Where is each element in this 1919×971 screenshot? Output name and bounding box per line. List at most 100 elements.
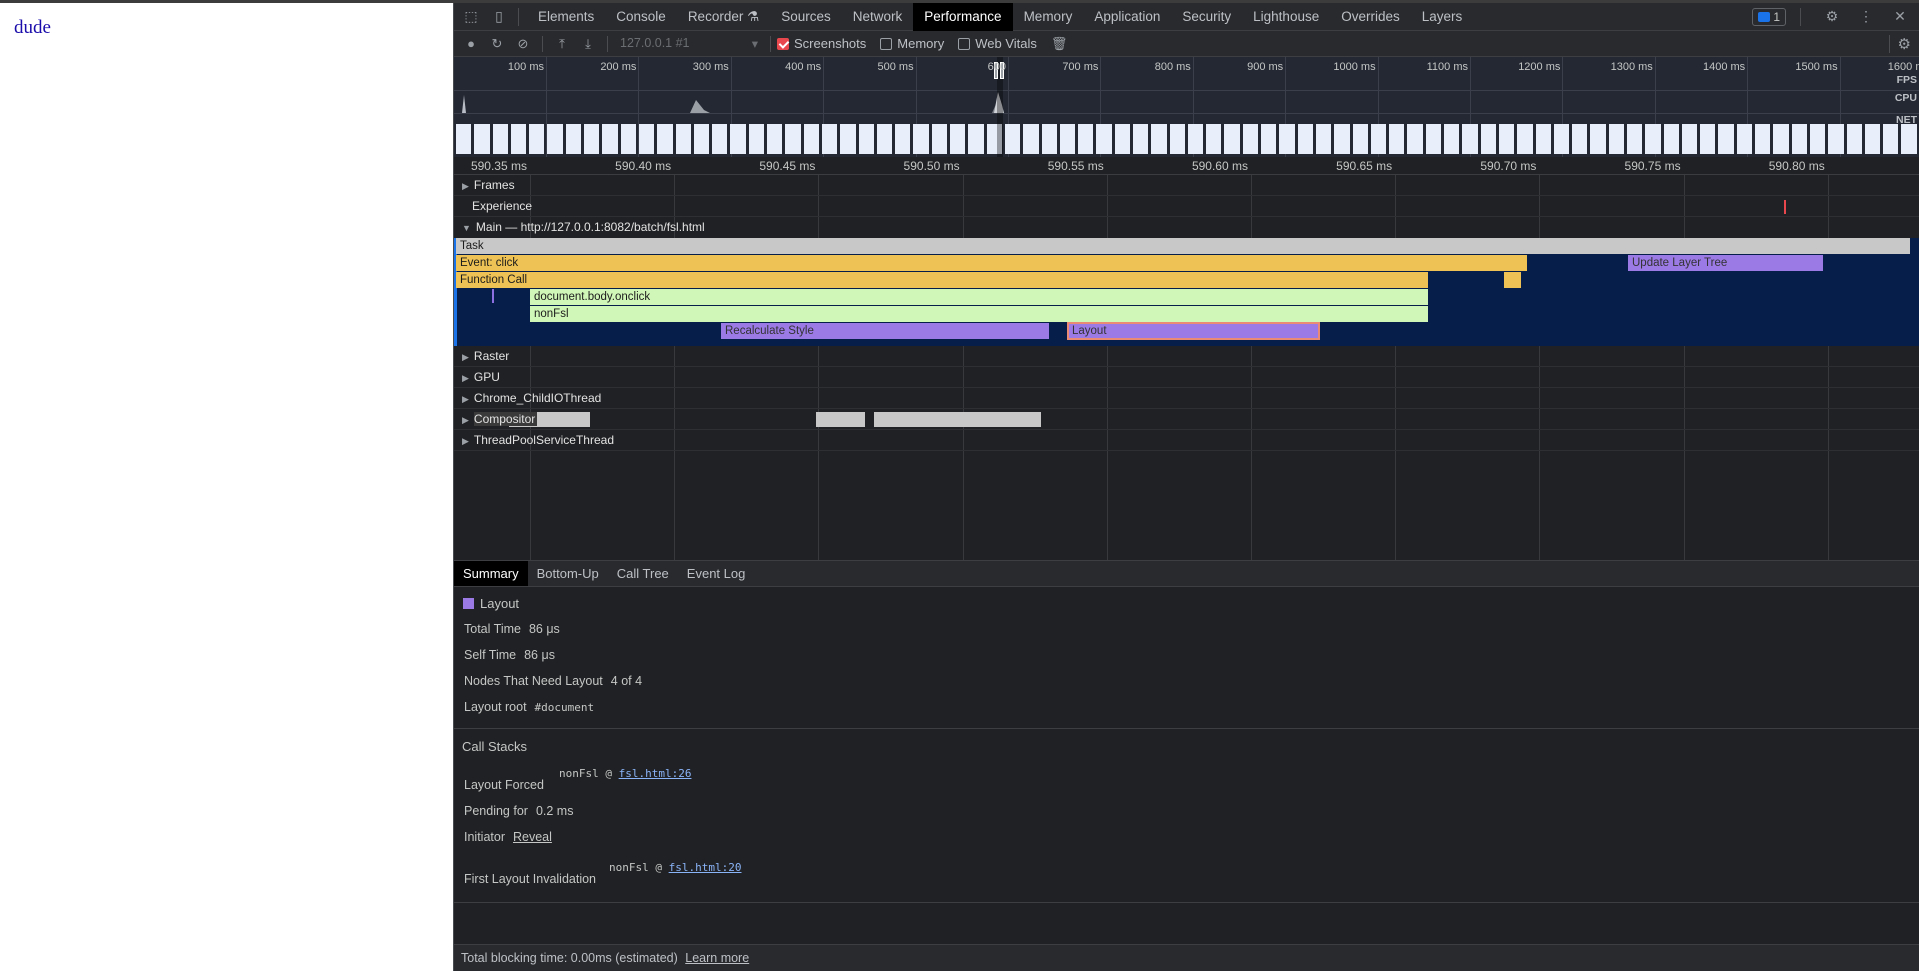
collapse-arrow-icon[interactable]: ▼ bbox=[462, 223, 471, 233]
screenshot-thumbnail[interactable] bbox=[1297, 124, 1313, 154]
tab-recorder[interactable]: Recorder ⚗ bbox=[677, 3, 770, 31]
screenshot-thumbnail[interactable] bbox=[712, 124, 728, 154]
tab-console[interactable]: Console bbox=[605, 3, 677, 31]
screenshot-thumbnail[interactable] bbox=[1645, 124, 1661, 154]
screenshot-thumbnail[interactable] bbox=[693, 124, 710, 154]
screenshot-thumbnail[interactable] bbox=[1334, 124, 1350, 154]
screenshot-thumbnail[interactable] bbox=[1096, 124, 1112, 154]
issues-badge[interactable]: 1 bbox=[1752, 7, 1786, 26]
event-document-body-onclick[interactable]: document.body.onclick bbox=[530, 289, 1428, 305]
record-button[interactable]: ● bbox=[458, 36, 484, 51]
screenshot-thumbnail[interactable] bbox=[840, 124, 856, 154]
tab-security[interactable]: Security bbox=[1171, 3, 1242, 31]
screenshot-thumbnail[interactable] bbox=[1151, 124, 1167, 154]
flame-chart[interactable]: ▶ Frames Experience ▼ Main — http://127.0.… bbox=[454, 175, 1919, 560]
screenshot-thumbnail[interactable] bbox=[492, 124, 508, 154]
screenshot-thumbnail[interactable] bbox=[1352, 124, 1368, 154]
screenshot-thumbnail[interactable] bbox=[474, 124, 490, 154]
screenshot-thumbnail[interactable] bbox=[1517, 124, 1533, 154]
close-icon[interactable]: ✕ bbox=[1889, 6, 1911, 28]
checkbox-checked[interactable] bbox=[777, 37, 789, 50]
screenshot-thumbnail[interactable] bbox=[1114, 124, 1130, 154]
timeline-overview[interactable]: FPS CPU NET 100 ms 200 ms 300 ms 400 ms 500 … bbox=[454, 57, 1919, 157]
screenshot-thumbnail[interactable] bbox=[730, 124, 746, 154]
tab-sources[interactable]: Sources bbox=[770, 3, 842, 31]
screenshot-thumbnail[interactable] bbox=[638, 124, 655, 154]
track-threadpool[interactable]: ▶ ThreadPoolServiceThread bbox=[454, 430, 1919, 451]
expand-arrow-icon[interactable]: ▶ bbox=[462, 436, 469, 446]
tab-memory[interactable]: Memory bbox=[1013, 3, 1084, 31]
screenshot-thumbnail[interactable] bbox=[1315, 124, 1332, 154]
event-recalculate-style[interactable]: Recalculate Style bbox=[721, 323, 1049, 339]
screenshot-thumbnail[interactable] bbox=[1279, 124, 1295, 154]
expand-arrow-icon[interactable]: ▶ bbox=[462, 394, 469, 404]
screenshot-thumbnail[interactable] bbox=[1553, 124, 1570, 154]
checkbox-unchecked[interactable] bbox=[880, 37, 893, 50]
screenshot-thumbnail[interactable] bbox=[1206, 124, 1222, 154]
screenshot-thumbnail[interactable] bbox=[1462, 124, 1478, 154]
screenshot-thumbnail[interactable] bbox=[1846, 124, 1862, 154]
screenshot-thumbnail[interactable] bbox=[1407, 124, 1423, 154]
event-click[interactable]: Event: click bbox=[456, 255, 1527, 271]
compositor-event[interactable] bbox=[874, 412, 1041, 427]
screenshot-thumbnail[interactable] bbox=[620, 124, 636, 154]
screenshot-thumbnail[interactable] bbox=[1681, 124, 1698, 154]
screenshot-strip[interactable] bbox=[454, 124, 1919, 154]
settings-gear-icon[interactable]: ⚙ bbox=[1821, 6, 1843, 28]
screenshot-thumbnail[interactable] bbox=[602, 124, 618, 154]
track-gpu[interactable]: ▶ GPU bbox=[454, 367, 1919, 388]
track-main[interactable]: ▼ Main — http://127.0.0.1:8082/batch/fsl.… bbox=[454, 217, 1919, 238]
event-nonfsl[interactable]: nonFsl bbox=[530, 306, 1428, 322]
screenshot-thumbnail[interactable] bbox=[1004, 124, 1021, 154]
screenshot-thumbnail[interactable] bbox=[1809, 124, 1826, 154]
screenshot-thumbnail[interactable] bbox=[748, 124, 765, 154]
tab-lighthouse[interactable]: Lighthouse bbox=[1242, 3, 1330, 31]
layout-root-node[interactable]: #document bbox=[535, 701, 595, 714]
screenshot-thumbnail[interactable] bbox=[1718, 124, 1734, 154]
screenshot-thumbnail[interactable] bbox=[1078, 124, 1094, 154]
screenshot-thumbnail[interactable] bbox=[876, 124, 893, 154]
clear-button[interactable]: ⊘ bbox=[510, 36, 536, 52]
screenshot-thumbnail[interactable] bbox=[785, 124, 801, 154]
screenshot-thumbnail[interactable] bbox=[1023, 124, 1039, 154]
memory-checkbox[interactable]: Memory bbox=[880, 36, 944, 51]
screenshot-thumbnail[interactable] bbox=[913, 124, 929, 154]
track-frames[interactable]: ▶ Frames bbox=[454, 175, 1919, 196]
screenshot-thumbnail[interactable] bbox=[821, 124, 838, 154]
screenshot-thumbnail[interactable] bbox=[1242, 124, 1259, 154]
screenshot-thumbnail[interactable] bbox=[529, 124, 545, 154]
tab-summary[interactable]: Summary bbox=[454, 561, 528, 586]
tab-call-tree[interactable]: Call Tree bbox=[608, 561, 678, 586]
tab-bottom-up[interactable]: Bottom-Up bbox=[528, 561, 608, 586]
learn-more-link[interactable]: Learn more bbox=[685, 951, 749, 965]
web-vitals-checkbox[interactable]: Web Vitals bbox=[958, 36, 1037, 51]
screenshot-thumbnail[interactable] bbox=[968, 124, 984, 154]
screenshot-thumbnail[interactable] bbox=[1773, 124, 1789, 154]
event-small-function-call[interactable] bbox=[1504, 272, 1521, 288]
capture-settings-gear-icon[interactable]: ⚙ bbox=[1888, 34, 1911, 53]
track-experience[interactable]: Experience bbox=[454, 196, 1919, 217]
screenshot-thumbnail[interactable] bbox=[1132, 124, 1149, 154]
screenshot-thumbnail[interactable] bbox=[1169, 124, 1185, 154]
track-chrome-childiothread[interactable]: ▶ Chrome_ChildIOThread bbox=[454, 388, 1919, 409]
expand-arrow-icon[interactable]: ▶ bbox=[462, 181, 469, 191]
screenshot-thumbnail[interactable] bbox=[547, 124, 563, 154]
screenshot-thumbnail[interactable] bbox=[1370, 124, 1387, 154]
screenshot-thumbnail[interactable] bbox=[675, 124, 691, 154]
reload-record-button[interactable]: ↻ bbox=[484, 36, 510, 52]
screenshot-thumbnail[interactable] bbox=[1224, 124, 1240, 154]
screenshot-thumbnail[interactable] bbox=[456, 124, 472, 154]
tab-overrides[interactable]: Overrides bbox=[1330, 3, 1411, 31]
screenshot-thumbnail[interactable] bbox=[1608, 124, 1624, 154]
screenshot-thumbnail[interactable] bbox=[1901, 124, 1917, 154]
screenshot-thumbnail[interactable] bbox=[1444, 124, 1460, 154]
screenshot-thumbnail[interactable] bbox=[895, 124, 911, 154]
screenshots-checkbox[interactable]: Screenshots bbox=[777, 36, 866, 51]
screenshot-thumbnail[interactable] bbox=[1736, 124, 1753, 154]
inspect-element-icon[interactable]: ⬚ bbox=[460, 6, 482, 28]
screenshot-thumbnail[interactable] bbox=[1041, 124, 1057, 154]
event-tiny-marker[interactable] bbox=[492, 289, 494, 303]
event-layout-selected[interactable]: Layout bbox=[1067, 322, 1320, 340]
screenshot-thumbnail[interactable] bbox=[950, 124, 966, 154]
layout-forced-link[interactable]: fsl.html:26 bbox=[619, 767, 692, 780]
